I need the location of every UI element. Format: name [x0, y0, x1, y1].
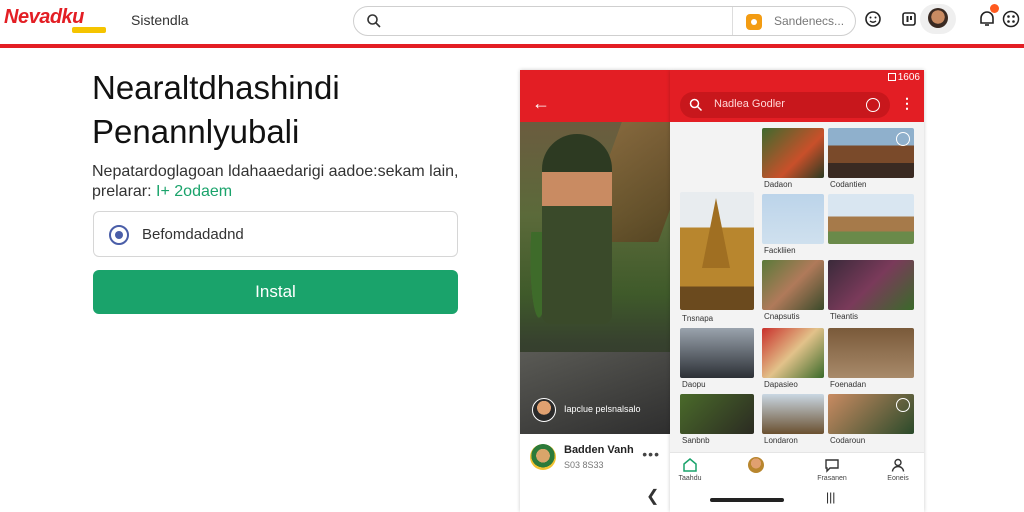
phone-search-bar[interactable]: Nadlea Godler — [680, 92, 890, 118]
hero-avatar[interactable] — [532, 398, 556, 422]
selected-check-icon[interactable] — [896, 132, 910, 146]
chat-icon — [825, 459, 839, 473]
tab-discover[interactable]: Frasanen — [812, 457, 852, 482]
gallery-thumb[interactable] — [680, 328, 754, 378]
option-selector[interactable]: Befomdadadnd — [93, 211, 458, 257]
kebab-menu-icon[interactable]: ⋮ — [900, 96, 914, 110]
temple-shape — [702, 198, 730, 268]
tab-account[interactable]: Eoneis — [878, 457, 918, 482]
gallery-thumb[interactable] — [828, 194, 914, 244]
site-name[interactable]: Sistendla — [131, 12, 189, 28]
gallery-thumb[interactable] — [680, 394, 754, 434]
gallery-thumb[interactable] — [828, 128, 914, 178]
nav-back-icon[interactable]: ❮ — [646, 486, 659, 506]
search-scope-label[interactable]: Sandenecs... — [774, 14, 844, 28]
apps-icon[interactable] — [1002, 10, 1020, 28]
phone-left-header: ← — [520, 70, 670, 122]
gallery-thumb[interactable] — [828, 394, 914, 434]
phone-right-header: 1606 Nadlea Godler ⋮ — [670, 70, 924, 122]
gallery-caption: Codantien — [830, 180, 867, 189]
gallery-caption: Dapasieo — [764, 380, 798, 389]
tab-profile-photo[interactable] — [736, 457, 776, 475]
gallery-caption: Foenadan — [830, 380, 867, 389]
option-label: Befomdadadnd — [142, 226, 244, 243]
gallery-caption: Tleantis — [830, 312, 859, 321]
tab-label: Taahdu — [678, 475, 702, 482]
avatar-face — [928, 8, 948, 28]
gallery-thumb[interactable] — [762, 328, 824, 378]
gallery-thumb[interactable] — [762, 260, 824, 310]
phone-search-text: Nadlea Godler — [714, 98, 785, 110]
gallery-thumb[interactable] — [828, 260, 914, 310]
user-name: Badden Vanh — [564, 444, 634, 456]
home-icon — [683, 458, 697, 472]
user-meta: S03 8S33 — [564, 460, 604, 470]
gallery-caption: Codaroun — [830, 436, 866, 445]
phone-preview-left: ← Iapclue pelsnalsalo Badden Vanh S03 8S… — [520, 70, 670, 512]
gallery-caption: Sanbnb — [682, 436, 710, 445]
notification-badge — [990, 4, 999, 13]
description-text: Nepatardoglagoan ldahaaedarigi aadoe:sek… — [92, 163, 459, 200]
gallery-thumb[interactable] — [762, 194, 824, 244]
search-icon[interactable] — [366, 13, 382, 29]
description-highlight[interactable]: I+ 2odaem — [156, 183, 232, 200]
selected-check-icon[interactable] — [896, 398, 910, 412]
search-input[interactable] — [390, 11, 730, 31]
phone-preview-right: 1606 Nadlea Godler ⋮ Tnsnapa Daopu Sanbn… — [670, 70, 924, 512]
tab-label: Frasanen — [817, 475, 847, 482]
hero-caption: Iapclue pelsnalsalo — [564, 404, 641, 414]
status-text: 1606 — [897, 72, 920, 83]
user-row[interactable]: Badden Vanh S03 8S33 ••• — [520, 434, 670, 480]
page-title: Nearaltdhashindi Penannlyubali — [92, 69, 340, 150]
header-accent-line — [0, 44, 1024, 48]
gallery-caption: Londaron — [764, 436, 798, 445]
more-icon[interactable]: ••• — [642, 446, 660, 462]
gallery-caption: Dadaon — [764, 180, 793, 189]
gallery-thumb[interactable] — [762, 128, 824, 178]
recents-icon[interactable]: ||| — [826, 490, 835, 504]
radio-selected-icon[interactable] — [109, 225, 129, 245]
home-indicator[interactable] — [710, 498, 784, 502]
page-description: Nepatardoglagoan ldahaaedarigi aadoe:sek… — [92, 162, 472, 202]
hero-image[interactable]: Iapclue pelsnalsalo — [520, 122, 670, 434]
gallery-thumb[interactable] — [828, 328, 914, 378]
bottom-tab-bar: Taahdu Frasanen Eoneis — [670, 452, 924, 490]
hero-person — [542, 134, 612, 324]
install-button[interactable]: Instal — [93, 270, 458, 314]
phone-search-icon[interactable] — [689, 98, 703, 112]
back-arrow-icon[interactable]: ← — [532, 94, 550, 112]
photo-avatar — [748, 457, 764, 473]
top-bar: Nevadku Sistendla Sandenecs... — [0, 0, 1024, 44]
avatar[interactable] — [920, 4, 956, 34]
battery-icon — [887, 73, 896, 82]
search-scope-icon — [746, 14, 762, 30]
gallery-caption: Fackliien — [764, 246, 796, 255]
gallery-caption: Tnsnapa — [682, 314, 714, 323]
tab-label: Eoneis — [887, 475, 909, 482]
search-divider — [732, 7, 733, 35]
gallery-caption: Daopu — [682, 380, 706, 389]
gallery-thumb[interactable] — [762, 394, 824, 434]
tab-home[interactable]: Taahdu — [670, 457, 710, 482]
gallery-caption: Cnapsutis — [764, 312, 800, 321]
search-bar[interactable]: Sandenecs... — [353, 6, 856, 36]
filter-icon[interactable] — [866, 98, 880, 112]
bookmark-icon[interactable] — [900, 10, 918, 28]
smiley-icon[interactable] — [864, 10, 882, 28]
logo-underline — [72, 27, 106, 33]
status-bar: 1606 — [887, 72, 920, 83]
photo-gallery: Tnsnapa Daopu Sanbnb Dadaon Fackliien Cn… — [670, 122, 924, 452]
logo[interactable]: Nevadku — [4, 6, 84, 29]
user-avatar[interactable] — [530, 444, 556, 470]
user-icon — [891, 458, 905, 472]
gallery-thumb[interactable] — [680, 192, 754, 310]
